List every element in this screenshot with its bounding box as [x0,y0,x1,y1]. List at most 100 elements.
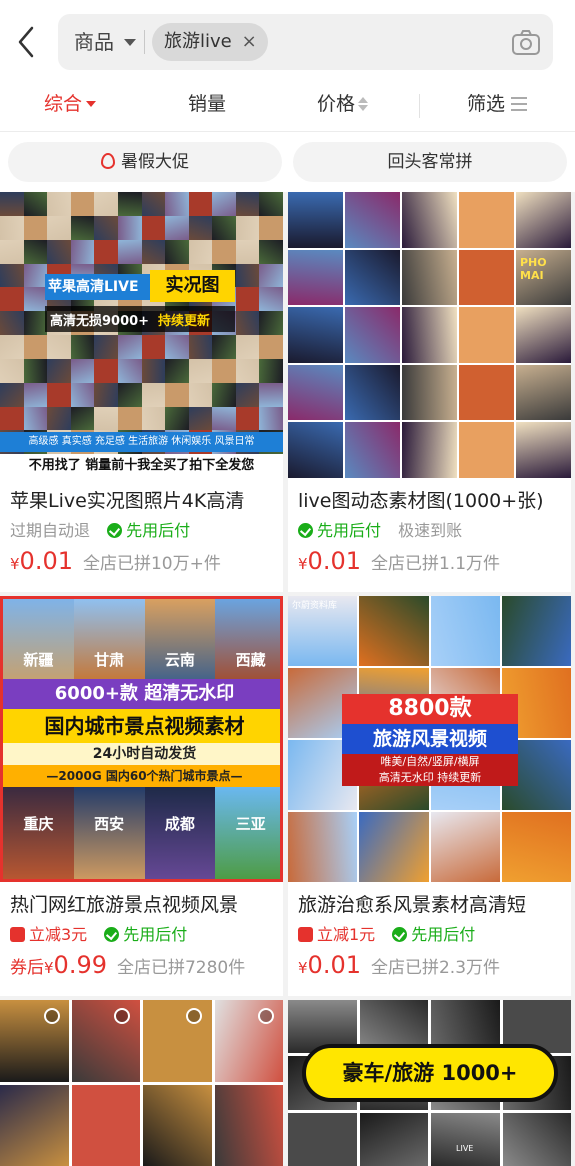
photo-tile [516,422,571,478]
photo-tile [23,239,48,264]
caret-down-icon [86,101,97,107]
promo-summer-sale-label: 暑假大促 [121,152,189,172]
photo-tile [117,382,142,407]
promo-summer-sale[interactable]: 暑假大促 [8,142,282,182]
photo-tile [459,249,514,306]
photo-tile [143,1084,212,1166]
city-label: 成都 [164,815,195,833]
photo-tile [259,287,283,312]
search-box[interactable]: 商品 旅游live × [58,14,553,70]
city-label: 云南 [164,651,195,669]
photo-tile [235,335,260,359]
photo-mosaic [288,192,571,478]
photo-tile [188,382,213,407]
photo-tile [23,192,48,216]
photo-tile [259,263,283,288]
photo-tile [212,358,236,383]
product-title[interactable]: 苹果Live实况图照片4K高清 [10,486,278,513]
sort-price[interactable]: 价格 [317,84,369,124]
product-card[interactable]: 新疆 甘肃 云南 西藏 6000+款 超清无水印 国内城市景点视频素材 24小时… [0,596,283,996]
product-title[interactable]: 热门网红旅游景点视频风景 [10,890,278,917]
photo-tile [94,406,118,431]
photo-tile [94,382,118,407]
photo-tile [402,364,457,421]
photo-tile [188,358,213,383]
divider [419,94,420,118]
photo-tile [459,364,514,421]
product-image[interactable]: 尔蔚资料库 8800款 旅游风景视频 唯美/自然/竖屏/横屏 高清无水印 持续更… [288,596,571,882]
photo-tile [188,192,213,216]
city-label: 三亚 [235,815,266,833]
product-card[interactable]: PHO MAI live图动态素材图(1000+张) 先用后付 极速到账 ¥0.… [288,192,571,592]
sort-price-label: 价格 [317,93,356,115]
photo-tile [402,192,457,248]
photo-tile [47,358,71,383]
photo-tile [345,307,400,363]
photo-tile [165,215,189,240]
product-card[interactable]: 豪车/旅游 1000+ LIVE [288,1000,571,1166]
product-image[interactable]: 豪车/旅游 1000+ LIVE [288,1000,571,1166]
product-card[interactable] [0,1000,283,1166]
search-query-chip[interactable]: 旅游live × [152,23,268,61]
tag-fast-arrival: 极速到账 [398,521,463,540]
currency-symbol: ¥ [298,959,308,977]
product-title[interactable]: live图动态素材图(1000+张) [298,486,566,513]
promo-returning-customers[interactable]: 回头客常拼 [293,142,567,182]
product-card[interactable]: 尔蔚资料库 8800款 旅游风景视频 唯美/自然/竖屏/横屏 高清无水印 持续更… [288,596,571,996]
camera-icon[interactable] [511,27,541,57]
search-scope-selector[interactable]: 商品 [74,14,114,70]
product-image[interactable]: 苹果高清LIVE 实况图 高清无损9000+ 持续更新 高级感 真实感 充足感 … [0,192,283,478]
photo-tile [212,335,236,359]
photo-tile [212,215,236,240]
promo-row: 暑假大促 回头客常拼 [0,132,575,192]
product-image[interactable]: 新疆 甘肃 云南 西藏 6000+款 超清无水印 国内城市景点视频素材 24小时… [0,596,283,882]
photo-tile [165,382,189,407]
live-photo-icon [186,1008,202,1024]
photo-tile [459,307,514,363]
photo [144,599,216,685]
sort-sales-label: 销量 [188,93,227,115]
filter-button[interactable]: 筛选 [467,84,528,124]
photo-tile [288,812,358,882]
banner-bottom: 不用找了 销量前十我全买了拍下全发您 [0,454,283,478]
tag-pay-later: 先用后付 [123,925,188,944]
photo-tile [0,311,24,335]
sort-arrows-icon [358,97,369,111]
city-labels-bottom: 重庆 西安 成都 三亚 [3,813,280,834]
sort-sales[interactable]: 销量 [188,84,226,124]
photo-tile [70,335,95,359]
live-photo-icon [44,1008,60,1024]
photo-tile [345,192,400,248]
photo-tile [141,382,166,407]
photo-tile [235,311,260,335]
sort-bar: 综合 销量 价格 筛选 [0,84,575,132]
photo-tile [235,239,260,264]
sort-comprehensive[interactable]: 综合 [44,84,97,124]
photo-tile [288,249,343,306]
photo [73,599,145,685]
filter-label: 筛选 [467,93,506,115]
photo-tile [359,812,429,882]
photo-tile [212,192,236,216]
photo-tile [0,406,24,431]
photo-tile [47,192,71,216]
product-image[interactable]: PHO MAI [288,192,571,478]
check-shield-icon [104,927,120,942]
photo-tile [235,263,260,288]
product-title[interactable]: 旅游治愈系风景素材高清短 [298,890,566,917]
chevron-down-icon[interactable] [124,39,136,46]
product-tags: 立减1元 先用后付 [298,921,487,945]
back-arrow-icon[interactable] [14,24,42,60]
photo-tile [345,364,400,421]
product-card[interactable]: 苹果高清LIVE 实况图 高清无损9000+ 持续更新 高级感 真实感 充足感 … [0,192,283,592]
photo-tile [288,422,343,478]
photo-tile [402,422,457,478]
check-shield-icon [107,523,123,538]
close-icon[interactable]: × [242,23,257,61]
live-photo-icon [258,1008,274,1024]
product-price: 0.01 [307,547,361,575]
photo-tile [501,812,571,882]
price-line: ¥0.01 全店已拼10万+件 [10,547,221,577]
photo-tile [165,239,189,264]
product-image[interactable] [0,1000,283,1166]
